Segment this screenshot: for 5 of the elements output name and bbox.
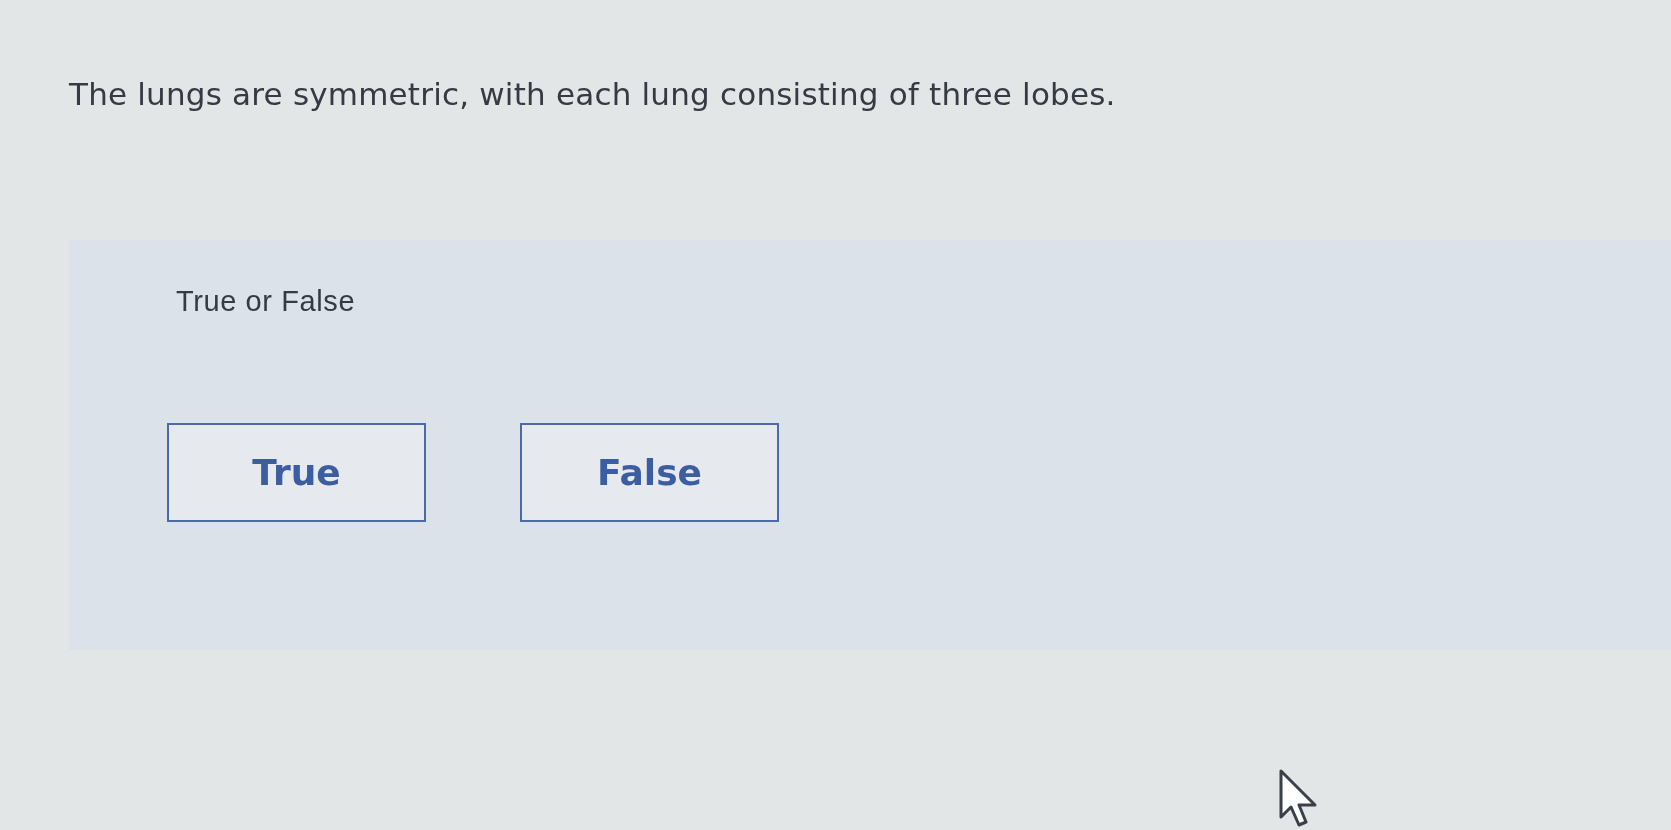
answer-choice-button[interactable]: True bbox=[167, 423, 426, 522]
question-text: The lungs are symmetric, with each lung consisting of three lobes. bbox=[69, 75, 1116, 114]
prompt-text: True or False bbox=[176, 284, 356, 318]
answer-choice-button[interactable]: False bbox=[520, 423, 779, 522]
mouse-pointer-icon bbox=[1279, 769, 1319, 829]
